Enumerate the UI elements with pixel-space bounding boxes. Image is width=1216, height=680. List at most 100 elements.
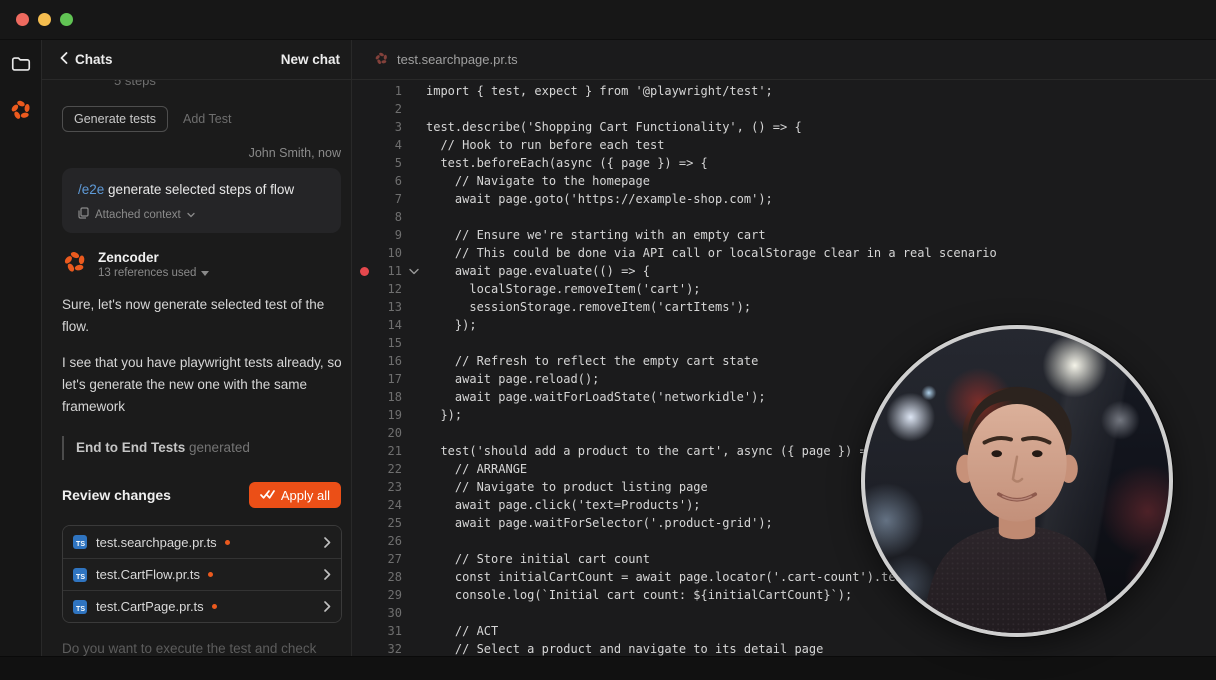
- line-number: 25: [376, 516, 402, 530]
- breakpoint-gutter[interactable]: [352, 195, 376, 204]
- breakpoint-gutter[interactable]: [352, 555, 376, 564]
- fold-gutter[interactable]: [402, 556, 426, 563]
- breakpoint-gutter[interactable]: [352, 537, 376, 546]
- code-text: await page.goto('https://example-shop.co…: [426, 192, 773, 206]
- fold-gutter[interactable]: [402, 484, 426, 491]
- line-number: 31: [376, 624, 402, 638]
- breakpoint-gutter[interactable]: [352, 159, 376, 168]
- breakpoint-gutter[interactable]: [352, 573, 376, 582]
- fold-gutter[interactable]: [402, 448, 426, 455]
- assistant-paragraph: Sure, let's now generate selected test o…: [62, 294, 344, 338]
- fold-gutter[interactable]: [402, 250, 426, 257]
- breakpoint-gutter[interactable]: [352, 123, 376, 132]
- breakpoint-gutter[interactable]: [352, 609, 376, 618]
- breakpoint-gutter[interactable]: [352, 645, 376, 654]
- fold-gutter[interactable]: [402, 430, 426, 437]
- fold-gutter[interactable]: [402, 88, 426, 95]
- explorer-folder-icon[interactable]: [9, 52, 33, 76]
- line-number: 24: [376, 498, 402, 512]
- fold-gutter[interactable]: [402, 196, 426, 203]
- fold-gutter[interactable]: [402, 646, 426, 653]
- fold-gutter[interactable]: [402, 322, 426, 329]
- fold-gutter[interactable]: [402, 142, 426, 149]
- fold-gutter[interactable]: [402, 124, 426, 131]
- line-number: 7: [376, 192, 402, 206]
- fold-gutter[interactable]: [402, 304, 426, 311]
- presenter-portrait: [865, 329, 1169, 633]
- breakpoint-gutter[interactable]: [352, 501, 376, 510]
- webcam-overlay[interactable]: [861, 325, 1173, 637]
- fold-gutter[interactable]: [402, 502, 426, 509]
- fold-gutter[interactable]: [402, 628, 426, 635]
- fold-gutter[interactable]: [402, 394, 426, 401]
- fold-gutter[interactable]: [402, 286, 426, 293]
- changed-file-row[interactable]: TS test.CartPage.pr.ts: [63, 590, 341, 622]
- fold-gutter[interactable]: [402, 214, 426, 221]
- fold-gutter[interactable]: [402, 376, 426, 383]
- breakpoint-gutter[interactable]: [352, 321, 376, 330]
- minimize-window-button[interactable]: [38, 13, 51, 26]
- references-used-toggle[interactable]: 13 references used: [98, 267, 209, 279]
- line-number: 19: [376, 408, 402, 422]
- line-number: 20: [376, 426, 402, 440]
- breakpoint-gutter[interactable]: [352, 375, 376, 384]
- breakpoint-gutter[interactable]: [352, 285, 376, 294]
- fold-gutter[interactable]: [402, 574, 426, 581]
- breakpoint-gutter[interactable]: [352, 429, 376, 438]
- breakpoint-gutter[interactable]: [352, 231, 376, 240]
- zoom-window-button[interactable]: [60, 13, 73, 26]
- attached-context-toggle[interactable]: Attached context: [78, 207, 325, 222]
- changed-file-row[interactable]: TS test.searchpage.pr.ts: [63, 526, 341, 558]
- breakpoint-gutter[interactable]: [352, 483, 376, 492]
- changed-file-row[interactable]: TS test.CartFlow.pr.ts: [63, 558, 341, 590]
- breakpoint-gutter[interactable]: [352, 465, 376, 474]
- code-text: test.beforeEach(async ({ page }) => {: [426, 156, 708, 170]
- fold-gutter[interactable]: [402, 106, 426, 113]
- breakpoint-gutter[interactable]: [352, 357, 376, 366]
- back-to-chats-button[interactable]: Chats: [60, 52, 113, 67]
- close-window-button[interactable]: [16, 13, 29, 26]
- breakpoint-gutter[interactable]: [352, 267, 376, 276]
- breakpoint-gutter[interactable]: [352, 519, 376, 528]
- line-number: 5: [376, 156, 402, 170]
- add-test-button[interactable]: Add Test: [183, 112, 231, 126]
- fold-gutter[interactable]: [402, 160, 426, 167]
- breakpoint-gutter[interactable]: [352, 447, 376, 456]
- fold-gutter[interactable]: [402, 412, 426, 419]
- fold-gutter[interactable]: [402, 178, 426, 185]
- breakpoint-gutter[interactable]: [352, 105, 376, 114]
- fold-gutter[interactable]: [402, 232, 426, 239]
- breakpoint-gutter[interactable]: [352, 411, 376, 420]
- breakpoint-gutter[interactable]: [352, 303, 376, 312]
- fold-gutter[interactable]: [402, 592, 426, 599]
- line-number: 16: [376, 354, 402, 368]
- user-message-bubble: /e2e generate selected steps of flow Att…: [62, 168, 341, 233]
- fold-gutter[interactable]: [402, 520, 426, 527]
- fold-gutter[interactable]: [402, 340, 426, 347]
- fold-gutter[interactable]: [402, 538, 426, 545]
- line-number: 32: [376, 642, 402, 656]
- breakpoint-gutter[interactable]: [352, 249, 376, 258]
- apply-all-button[interactable]: Apply all: [249, 482, 341, 508]
- breakpoint-gutter[interactable]: [352, 393, 376, 402]
- fold-gutter[interactable]: [402, 610, 426, 617]
- generate-tests-button[interactable]: Generate tests: [62, 106, 168, 132]
- zencoder-sidebar-icon[interactable]: [9, 98, 33, 122]
- breakpoint-gutter[interactable]: [352, 627, 376, 636]
- line-number: 28: [376, 570, 402, 584]
- breakpoint-gutter[interactable]: [352, 213, 376, 222]
- app-window: Chats New chat 5 steps Generate tests Ad…: [0, 0, 1216, 680]
- fold-gutter[interactable]: [402, 268, 426, 275]
- breakpoint-gutter[interactable]: [352, 591, 376, 600]
- breakpoint-gutter[interactable]: [352, 87, 376, 96]
- editor-tab[interactable]: test.searchpage.pr.ts: [374, 51, 518, 69]
- breakpoint-gutter[interactable]: [352, 141, 376, 150]
- fold-gutter[interactable]: [402, 466, 426, 473]
- line-number: 3: [376, 120, 402, 134]
- fold-chevron-icon: [409, 268, 419, 275]
- breakpoint-gutter[interactable]: [352, 177, 376, 186]
- new-chat-button[interactable]: New chat: [281, 52, 340, 67]
- breakpoint-gutter[interactable]: [352, 339, 376, 348]
- chat-scroll-area[interactable]: 5 steps Generate tests Add Test John Smi…: [42, 80, 351, 656]
- fold-gutter[interactable]: [402, 358, 426, 365]
